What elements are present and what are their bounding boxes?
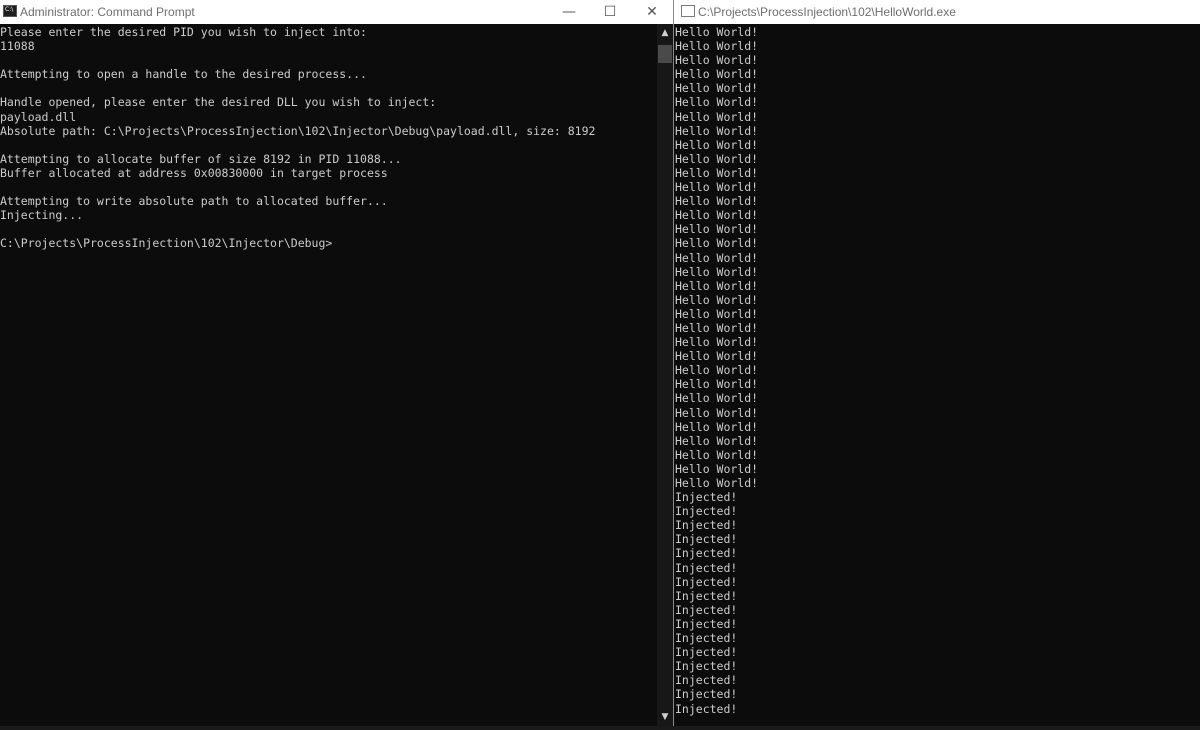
console-line: Hello World! bbox=[675, 476, 759, 490]
console-line: Attempting to allocate buffer of size 81… bbox=[0, 151, 402, 166]
console-line: Hello World! bbox=[675, 419, 759, 434]
scroll-up-arrow-icon[interactable]: ▲ bbox=[657, 24, 673, 42]
console-line: Hello World! bbox=[675, 264, 759, 279]
console-line: Hello World! bbox=[675, 391, 759, 406]
console-line: Please enter the desired PID you wish to… bbox=[0, 25, 367, 39]
console-line: Injected! bbox=[675, 588, 738, 603]
console-line: Hello World! bbox=[675, 222, 759, 237]
command-prompt-window[interactable]: C:\ Administrator: Command Prompt — ☐ ✕ … bbox=[0, 0, 673, 730]
console-app-icon bbox=[681, 5, 695, 17]
console-line: Hello World! bbox=[675, 335, 759, 350]
console-line: Hello World! bbox=[675, 447, 759, 462]
console-line: Hello World! bbox=[675, 151, 759, 166]
console-line: Hello World! bbox=[675, 320, 759, 335]
console-line: C:\Projects\ProcessInjection\102\Injecto… bbox=[0, 236, 333, 251]
console-line: Hello World! bbox=[675, 278, 759, 293]
minimize-button[interactable]: — bbox=[547, 0, 591, 24]
helloworld-window[interactable]: C:\Projects\ProcessInjection\102\HelloWo… bbox=[674, 0, 1200, 730]
console-line: Hello World! bbox=[675, 180, 759, 195]
console-line: Hello World! bbox=[675, 405, 759, 420]
console-line: Injected! bbox=[675, 560, 738, 575]
taskbar-edge bbox=[0, 726, 1200, 730]
console-line: Buffer allocated at address 0x00830000 i… bbox=[0, 165, 388, 180]
vertical-scrollbar[interactable]: ▲ ▼ bbox=[657, 24, 673, 726]
close-button[interactable]: ✕ bbox=[630, 0, 673, 24]
scroll-down-arrow-icon[interactable]: ▼ bbox=[657, 708, 673, 726]
console-output[interactable]: Hello World! Hello World! Hello World! Hell… bbox=[675, 25, 758, 716]
console-line: Injected! bbox=[675, 701, 738, 716]
console-line: Hello World! bbox=[675, 25, 759, 39]
console-line: Hello World! bbox=[675, 123, 759, 138]
console-line: Hello World! bbox=[675, 208, 759, 223]
console-line: Hello World! bbox=[675, 137, 759, 152]
console-line: Injected! bbox=[675, 532, 738, 547]
console-line: Hello World! bbox=[675, 433, 759, 448]
console-line: Hello World! bbox=[675, 461, 759, 476]
console-line: Hello World! bbox=[675, 165, 759, 180]
console-line: Hello World! bbox=[675, 292, 759, 307]
console-output[interactable]: Please enter the desired PID you wish to… bbox=[0, 25, 595, 251]
console-line: Hello World! bbox=[675, 236, 759, 251]
window-title: C:\Projects\ProcessInjection\102\HelloWo… bbox=[698, 5, 956, 19]
cmd-icon: C:\ bbox=[3, 5, 17, 17]
console-line: Hello World! bbox=[675, 109, 759, 124]
console-line: Hello World! bbox=[675, 39, 759, 54]
console-line: Hello World! bbox=[675, 306, 759, 321]
console-line: Attempting to open a handle to the desir… bbox=[0, 67, 367, 82]
console-line: Injected! bbox=[675, 602, 738, 617]
console-line: Injected! bbox=[675, 574, 738, 589]
console-line: Handle opened, please enter the desired … bbox=[0, 95, 437, 110]
console-line: payload.dll bbox=[0, 109, 77, 124]
title-bar[interactable]: C:\ Administrator: Command Prompt — ☐ ✕ bbox=[0, 0, 673, 24]
console-line: Injected! bbox=[675, 518, 738, 533]
console-line: Injected! bbox=[675, 504, 738, 519]
console-line: Hello World! bbox=[675, 53, 759, 68]
window-title: Administrator: Command Prompt bbox=[20, 5, 195, 19]
console-line: Hello World! bbox=[675, 377, 759, 392]
console-line: Absolute path: C:\Projects\ProcessInject… bbox=[0, 123, 596, 138]
console-line: Injected! bbox=[675, 490, 738, 505]
console-line: 11088 bbox=[0, 39, 35, 54]
console-line: Injected! bbox=[675, 546, 738, 561]
scrollbar-thumb[interactable] bbox=[658, 45, 672, 63]
console-line: Injecting... bbox=[0, 208, 84, 223]
console-line: Hello World! bbox=[675, 349, 759, 364]
console-line: Hello World! bbox=[675, 363, 759, 378]
console-line: Injected! bbox=[675, 645, 738, 660]
title-bar[interactable]: C:\Projects\ProcessInjection\102\HelloWo… bbox=[674, 0, 1200, 24]
console-line: Hello World! bbox=[675, 95, 759, 110]
console-line: Injected! bbox=[675, 687, 738, 702]
maximize-button[interactable]: ☐ bbox=[588, 0, 632, 24]
console-line: Attempting to write absolute path to all… bbox=[0, 194, 388, 209]
console-line: Hello World! bbox=[675, 194, 759, 209]
console-line: Injected! bbox=[675, 673, 738, 688]
console-line: Injected! bbox=[675, 631, 738, 646]
console-line: Hello World! bbox=[675, 67, 759, 82]
console-line: Injected! bbox=[675, 616, 738, 631]
console-line: Hello World! bbox=[675, 81, 759, 96]
console-line: Injected! bbox=[675, 659, 738, 674]
console-line: Hello World! bbox=[675, 250, 759, 265]
